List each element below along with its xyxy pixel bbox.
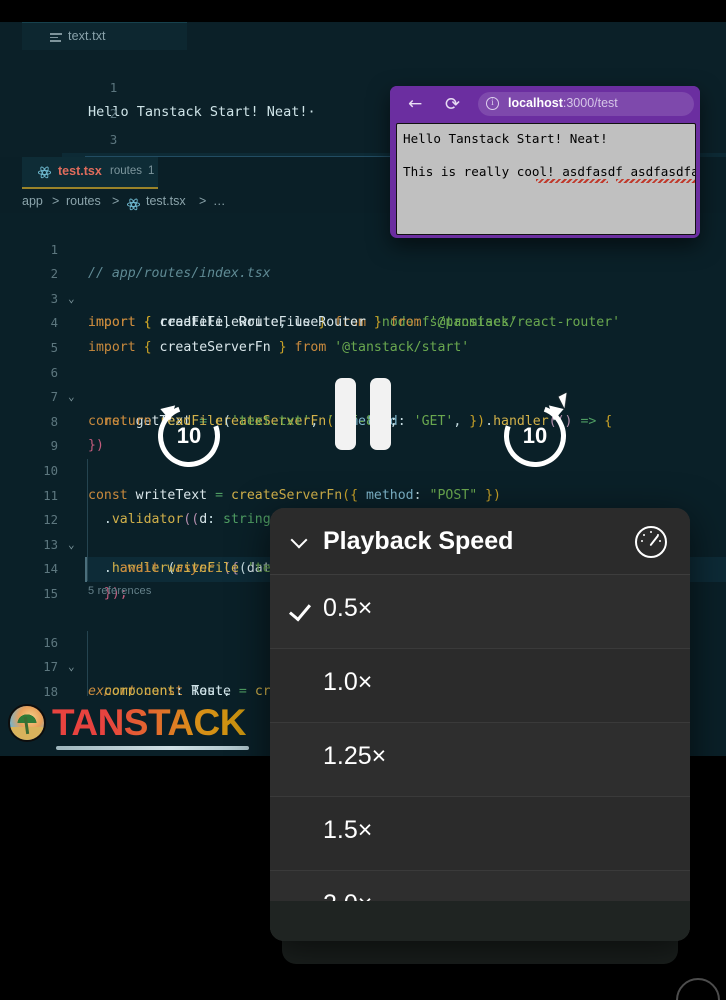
react-icon (38, 165, 51, 180)
url-text: localhost:3000/test (508, 96, 618, 110)
line-number: 3 (109, 132, 118, 147)
pause-bar-right (370, 378, 391, 450)
tab-text-txt[interactable]: text.txt (22, 22, 187, 50)
browser-window-overlay[interactable]: i localhost:3000/test Hello Tanstack Sta… (390, 86, 700, 238)
text-txt-line: 3 This is really cool! asdfasdf asdfasdf… (0, 102, 413, 172)
video-player-screen: text.txt 1 Hello Tanstack Start! Neat!· … (0, 0, 726, 1000)
spellcheck-underline (616, 179, 695, 183)
line-text: Hello Tanstack Start! Neat!· (88, 104, 316, 120)
speedometer-icon (635, 526, 667, 558)
speed-option-label: 0.5× (323, 594, 373, 622)
tab-test-tsx[interactable]: test.tsx routes 1 (22, 157, 158, 189)
code-line: 4 import { createServerFn } from '@tanst… (0, 287, 726, 355)
speed-option-label: 1.5× (323, 816, 373, 844)
browser-viewport[interactable]: Hello Tanstack Start! Neat! This is real… (396, 123, 696, 235)
browser-toolbar: i localhost:3000/test (390, 86, 700, 122)
line-number: 1 (109, 80, 118, 95)
line-number: 18 (43, 684, 58, 696)
chevron-down-icon[interactable] (293, 534, 307, 548)
page-line-1: Hello Tanstack Start! Neat! (403, 131, 608, 146)
react-icon (127, 197, 140, 212)
breadcrumb-item-app[interactable]: app (22, 194, 43, 208)
line-number: 15 (43, 586, 58, 601)
speed-option-label: 2.0× (323, 890, 373, 918)
code-line: 5 (0, 311, 726, 355)
playback-speed-menu[interactable]: Playback Speed 0.5× 1.0× 1.25× 1.5× 2.0× (270, 508, 690, 941)
playback-speed-title: Playback Speed (323, 527, 514, 555)
url-path: :3000/test (562, 96, 618, 110)
speed-option-label: 1.0× (323, 668, 373, 696)
speed-option-2.0x[interactable]: 2.0× (270, 871, 690, 941)
codelens-references[interactable]: 5 references (88, 585, 152, 597)
tab-text-txt-label: text.txt (68, 29, 106, 43)
tab-test-tsx-count: 1 (148, 165, 155, 177)
speed-option-1.5x[interactable]: 1.5× (270, 797, 690, 871)
code-line: 6 ⌄ const getText = createServerFn({ met… (0, 336, 726, 429)
line-number: 2 (109, 106, 118, 121)
floating-action-circle[interactable] (676, 978, 720, 1000)
text-txt-line: 1 Hello Tanstack Start! Neat!· (0, 50, 316, 120)
info-circle-icon[interactable]: i (486, 97, 499, 110)
breadcrumb-separator: > (52, 194, 60, 208)
line-text: component: Test, (103, 683, 231, 696)
breadcrumb-separator: > (199, 194, 207, 208)
breadcrumb-item-test-tsx[interactable]: test.tsx (146, 194, 186, 208)
logo-underline (56, 746, 249, 750)
forward-seconds-label: 10 (522, 423, 548, 448)
speed-option-1.25x[interactable]: 1.25× (270, 723, 690, 797)
tab-test-tsx-name: test.tsx (58, 164, 102, 178)
rewind-10-button[interactable]: 10 (147, 394, 231, 478)
speed-option-0.5x[interactable]: 0.5× (270, 575, 690, 649)
breadcrumb-item-ellipsis[interactable]: … (213, 194, 226, 208)
pause-button[interactable] (335, 378, 391, 450)
breadcrumb-item-routes[interactable]: routes (66, 194, 101, 208)
pause-bar-left (335, 378, 356, 450)
code-line: 2 ⌄ import { readFile, writeFile } from … (0, 238, 726, 330)
tab-test-tsx-folder: routes (110, 165, 142, 177)
reload-icon[interactable] (445, 96, 462, 113)
text-txt-line: 2 (0, 76, 118, 121)
breadcrumb-separator: > (112, 194, 120, 208)
page-line-2: This is really cool! asdfasdf asdfasdfas (403, 164, 696, 179)
rewind-seconds-label: 10 (176, 423, 202, 448)
forward-10-button[interactable]: 10 (493, 394, 577, 478)
lines-icon (50, 33, 62, 42)
url-host: localhost (508, 96, 563, 110)
code-line: 12 ⌄ .handler(async ({ data }: { data: s… (0, 484, 726, 576)
speed-option-label: 1.25× (323, 742, 387, 770)
speed-option-1.0x[interactable]: 1.0× (270, 649, 690, 723)
tanstack-wordmark: TANSTACK (52, 702, 247, 743)
playback-speed-header[interactable]: Playback Speed (270, 508, 690, 575)
checkmark-icon (292, 599, 312, 619)
palm-island-icon (8, 704, 46, 742)
back-arrow-icon[interactable] (408, 96, 425, 113)
spellcheck-underline (536, 179, 608, 183)
code-line: 3 import { createFileRoute, useRouter } … (0, 262, 726, 331)
code-line: 11 .validator((d: string) => d) (0, 459, 726, 528)
